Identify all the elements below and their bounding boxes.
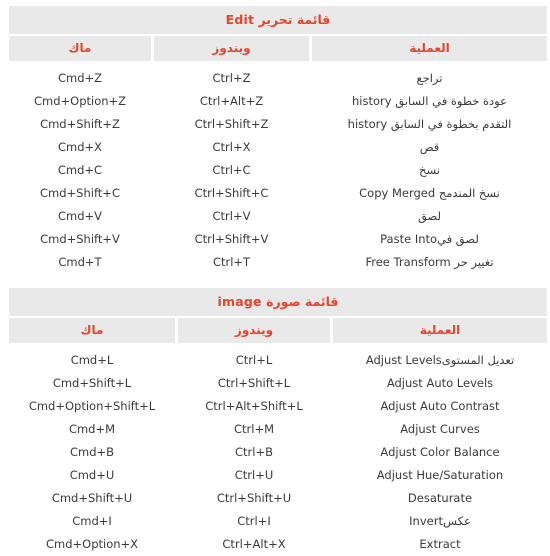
table-row: Cmd+U Ctrl+U Adjust Hue/Saturation [9, 464, 547, 487]
cell-windows: Ctrl+Shift+L [178, 372, 330, 395]
cell-mac: Cmd+Z [9, 67, 151, 90]
cell-windows: Ctrl+C [154, 159, 309, 182]
table-row: Cmd+B Ctrl+B Adjust Color Balance [9, 441, 547, 464]
cell-mac: Cmd+Shift+Z [9, 113, 151, 136]
cell-windows: Ctrl+L [178, 349, 330, 372]
cell-mac: Cmd+Shift+U [9, 487, 175, 510]
cell-mac: Cmd+X [9, 136, 151, 159]
edit-menu-header-row: ماك ويندوز العملية [9, 36, 547, 63]
column-header-windows: ويندوز [178, 318, 330, 345]
shortcuts-page: قائمة تحرير Edit ماك ويندوز العملية Cmd+… [0, 0, 550, 556]
cell-windows: Ctrl+Shift+V [154, 228, 309, 251]
edit-menu-title: قائمة تحرير Edit [9, 6, 547, 36]
cell-operation: نسخ المندمج Copy Merged [312, 182, 547, 205]
table-row: Cmd+Shift+Z Ctrl+Shift+Z التقدم بخطوة في… [9, 113, 547, 136]
cell-operation: Adjust Auto Contrast [333, 395, 547, 418]
cell-operation: عكسInvert [333, 510, 547, 533]
image-menu-title-row: قائمة صورة image [9, 288, 547, 318]
cell-windows: Ctrl+Alt+Z [154, 90, 309, 113]
column-header-operation: العملية [333, 318, 547, 345]
edit-menu-table: قائمة تحرير Edit ماك ويندوز العملية Cmd+… [6, 6, 550, 274]
cell-windows: Ctrl+T [154, 251, 309, 274]
image-menu-title: قائمة صورة image [9, 288, 547, 318]
cell-mac: Cmd+T [9, 251, 151, 274]
cell-operation: تغيير حر Free Transform [312, 251, 547, 274]
cell-operation: عودة خطوة في السابق history [312, 90, 547, 113]
table-row: Cmd+X Ctrl+X قص [9, 136, 547, 159]
table-row: Cmd+Shift+C Ctrl+Shift+C نسخ المندمج Cop… [9, 182, 547, 205]
cell-operation: Adjust Color Balance [333, 441, 547, 464]
cell-windows: Ctrl+Alt+Shift+L [178, 395, 330, 418]
table-row: Cmd+Option+Shift+L Ctrl+Alt+Shift+L Adju… [9, 395, 547, 418]
cell-mac: Cmd+M [9, 418, 175, 441]
table-row: Cmd+Shift+V Ctrl+Shift+V لصق فيPaste Int… [9, 228, 547, 251]
cell-operation: Extract [333, 533, 547, 556]
cell-operation: Desaturate [333, 487, 547, 510]
cell-mac: Cmd+U [9, 464, 175, 487]
cell-mac: Cmd+I [9, 510, 175, 533]
table-row: Cmd+Option+Z Ctrl+Alt+Z عودة خطوة في الس… [9, 90, 547, 113]
cell-windows: Ctrl+Alt+X [178, 533, 330, 556]
table-row: Cmd+Z Ctrl+Z تراجع [9, 67, 547, 90]
cell-operation: Adjust Hue/Saturation [333, 464, 547, 487]
table-row: Cmd+M Ctrl+M Adjust Curves [9, 418, 547, 441]
cell-mac: Cmd+C [9, 159, 151, 182]
cell-mac: Cmd+B [9, 441, 175, 464]
cell-operation: التقدم بخطوة في السابق history [312, 113, 547, 136]
cell-mac: Cmd+Shift+C [9, 182, 151, 205]
cell-windows: Ctrl+B [178, 441, 330, 464]
image-menu-header-row: ماك ويندوز العملية [9, 318, 547, 345]
cell-mac: Cmd+V [9, 205, 151, 228]
cell-windows: Ctrl+Z [154, 67, 309, 90]
cell-mac: Cmd+Option+Z [9, 90, 151, 113]
cell-windows: Ctrl+X [154, 136, 309, 159]
table-row: Cmd+Shift+L Ctrl+Shift+L Adjust Auto Lev… [9, 372, 547, 395]
cell-mac: Cmd+Option+Shift+L [9, 395, 175, 418]
column-header-mac: ماك [9, 318, 175, 345]
cell-operation: قص [312, 136, 547, 159]
cell-operation: لصق فيPaste Into [312, 228, 547, 251]
table-row: Cmd+L Ctrl+L تعديل المستوىAdjust Levels [9, 349, 547, 372]
cell-operation: Adjust Curves [333, 418, 547, 441]
cell-windows: Ctrl+M [178, 418, 330, 441]
cell-windows: Ctrl+Shift+C [154, 182, 309, 205]
cell-windows: Ctrl+Shift+U [178, 487, 330, 510]
cell-mac: Cmd+Shift+V [9, 228, 151, 251]
cell-operation: نسخ [312, 159, 547, 182]
cell-windows: Ctrl+Shift+Z [154, 113, 309, 136]
column-header-windows: ويندوز [154, 36, 309, 63]
column-header-operation: العملية [312, 36, 547, 63]
cell-operation: Adjust Auto Levels [333, 372, 547, 395]
table-row: Cmd+I Ctrl+I عكسInvert [9, 510, 547, 533]
cell-operation: تعديل المستوىAdjust Levels [333, 349, 547, 372]
table-row: Cmd+Option+X Ctrl+Alt+X Extract [9, 533, 547, 556]
cell-windows: Ctrl+U [178, 464, 330, 487]
cell-mac: Cmd+Shift+L [9, 372, 175, 395]
table-row: Cmd+Shift+U Ctrl+Shift+U Desaturate [9, 487, 547, 510]
edit-menu-title-row: قائمة تحرير Edit [9, 6, 547, 36]
table-row: Cmd+V Ctrl+V لصق [9, 205, 547, 228]
cell-operation: لصق [312, 205, 547, 228]
table-row: Cmd+C Ctrl+C نسخ [9, 159, 547, 182]
cell-windows: Ctrl+V [154, 205, 309, 228]
cell-mac: Cmd+Option+X [9, 533, 175, 556]
table-row: Cmd+T Ctrl+T تغيير حر Free Transform [9, 251, 547, 274]
column-header-mac: ماك [9, 36, 151, 63]
cell-operation: تراجع [312, 67, 547, 90]
image-menu-table: قائمة صورة image ماك ويندوز العملية Cmd+… [6, 288, 550, 556]
cell-windows: Ctrl+I [178, 510, 330, 533]
cell-mac: Cmd+L [9, 349, 175, 372]
